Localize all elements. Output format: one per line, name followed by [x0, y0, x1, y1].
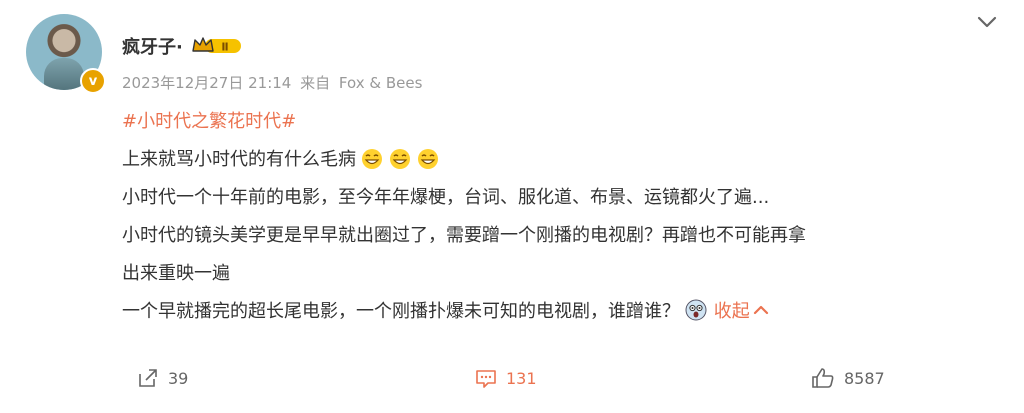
repost-icon	[139, 369, 157, 387]
crown-icon: Ⅱ	[192, 37, 241, 54]
content-line-1: 上来就骂小时代的有什么毛病	[122, 149, 356, 170]
content-line-2: 小时代一个十年前的电影，至今年年爆梗，台词、服化道、布景、运镜都火了遍...	[122, 187, 770, 208]
comment-icon	[476, 370, 496, 388]
like-button[interactable]: 8587	[810, 366, 885, 390]
source-prefix: 来自	[300, 74, 331, 92]
post-meta: 2023年12月27日 21:14 来自 Fox & Bees	[122, 72, 426, 93]
grin-emoji-icon	[362, 149, 382, 169]
hashtag-link[interactable]: #小时代之繁花时代#	[122, 111, 296, 132]
source: Fox & Bees	[338, 74, 423, 92]
repost-button[interactable]: 39	[136, 366, 188, 390]
content-line-4: 出来重映一遍	[122, 263, 230, 284]
comment-count: 131	[506, 368, 537, 388]
content-line-5: 一个早就播完的超长尾电影，一个刚播扑爆未可知的电视剧，谁蹭谁？	[122, 301, 680, 322]
like-icon	[812, 368, 834, 388]
post-header: 疯牙子· Ⅱ	[122, 33, 243, 59]
content-line-3: 小时代的镜头美学更是早早就出圈过了，需要蹭一个刚播的电视剧？再蹭也不可能再拿	[122, 225, 806, 246]
username[interactable]: 疯牙子·	[122, 33, 183, 59]
collapse-label: 收起	[713, 301, 750, 322]
scared-emoji-icon	[685, 299, 707, 321]
verified-badge: v	[80, 68, 106, 94]
post-content: #小时代之繁花时代# 上来就骂小时代的有什么毛病 小时代一个十年前的电影，至今年…	[122, 103, 942, 331]
collapse-button[interactable]: 收起	[714, 301, 769, 322]
comment-button[interactable]: 131	[474, 366, 537, 390]
like-count: 8587	[844, 368, 885, 388]
grin-emoji-icon	[418, 149, 438, 169]
avatar[interactable]: v	[26, 14, 106, 94]
rank-badge-label: Ⅱ	[221, 41, 228, 54]
repost-count: 39	[168, 368, 189, 388]
grin-emoji-icon	[390, 149, 410, 169]
chevron-up-icon	[753, 305, 768, 315]
timestamp[interactable]: 2023年12月27日 21:14	[122, 74, 291, 92]
rank-badge[interactable]: Ⅱ	[191, 35, 243, 57]
chevron-down-icon[interactable]	[976, 14, 998, 30]
